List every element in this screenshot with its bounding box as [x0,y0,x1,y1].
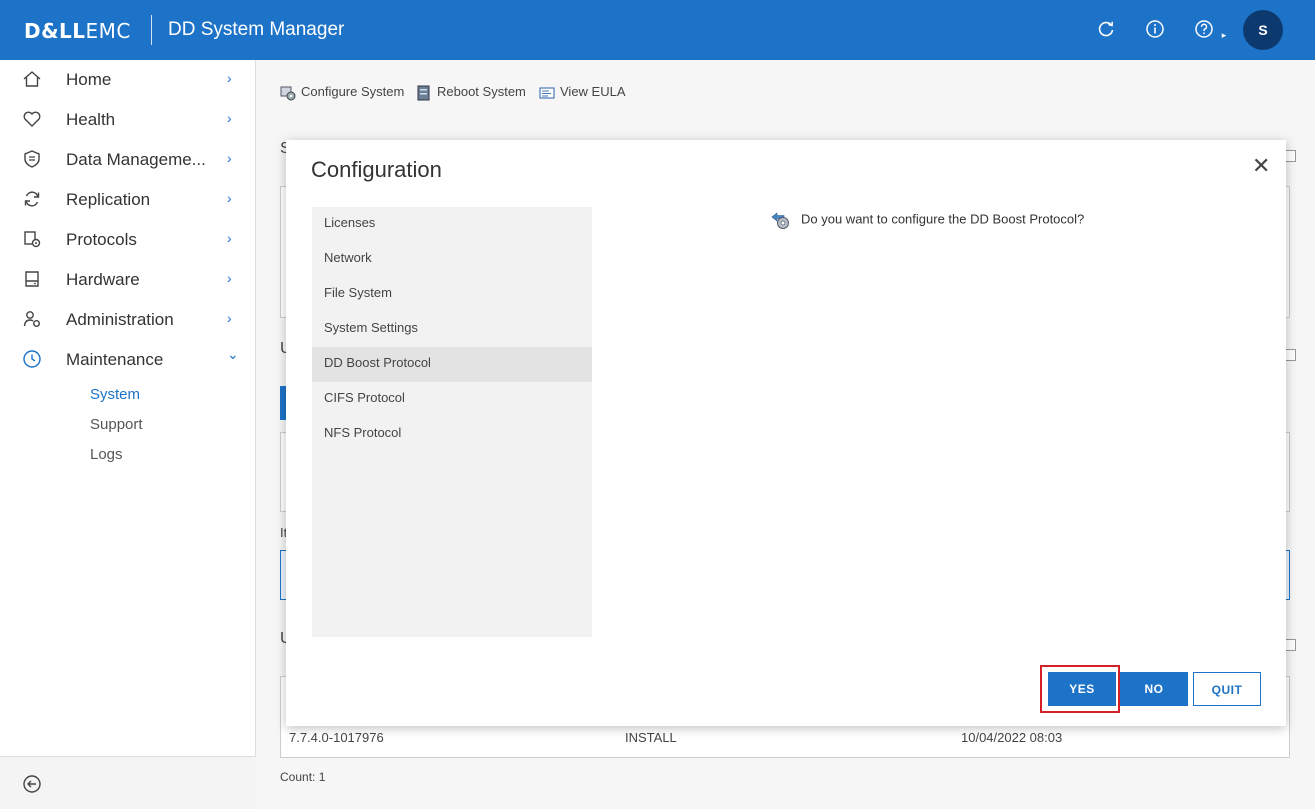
reboot-system-button[interactable]: Reboot System [416,84,526,101]
dialog-title: Configuration [311,157,442,182]
refresh-icon[interactable] [1095,19,1117,44]
sidebar-item-replication[interactable]: Replication › [0,180,256,220]
configure-system-label: Configure System [301,84,405,99]
reboot-server-icon [417,85,430,101]
help-icon[interactable] [1193,19,1215,44]
step-file-system[interactable]: File System [312,277,592,312]
sidebar-item-administration[interactable]: Administration › [0,300,256,340]
sidebar: Home › Health › Data Manageme... › Repli… [0,60,256,809]
chevron-right-icon: › [227,150,232,166]
sidebar-item-label: Health [66,110,116,129]
logo-emc: EMC [85,19,131,43]
close-icon[interactable]: ✕ [1252,154,1270,178]
wizard-steps: Licenses Network File System System Sett… [312,207,592,637]
sidebar-item-hardware[interactable]: Hardware › [0,260,256,300]
sidebar-subitem-system[interactable]: System [90,386,140,403]
sidebar-item-label: Protocols [66,230,137,249]
step-licenses[interactable]: Licenses [312,207,592,242]
sidebar-subitem-logs[interactable]: Logs [90,446,123,463]
sidebar-item-protocols[interactable]: Protocols › [0,220,256,260]
configure-gear-icon [280,86,296,101]
sidebar-subitem-support[interactable]: Support [90,416,143,433]
chevron-right-icon: › [227,310,232,326]
step-network[interactable]: Network [312,242,592,277]
sidebar-item-home[interactable]: Home › [0,60,256,100]
sidebar-item-label: Home [66,70,112,89]
sidebar-item-label: Maintenance [66,350,164,369]
drive-icon [25,271,39,287]
shield-icon [24,150,40,168]
collapse-sidebar-icon[interactable] [22,774,42,794]
chevron-right-icon: › [227,70,232,86]
history-action-cell: INSTALL [625,730,677,745]
document-icon [539,86,555,99]
view-eula-label: View EULA [560,84,626,99]
yes-button[interactable]: YES [1048,672,1116,706]
chevron-right-icon: › [227,230,232,246]
step-dd-boost-protocol[interactable]: DD Boost Protocol [312,347,592,382]
configure-system-button[interactable]: Configure System [280,84,404,101]
heart-icon [23,111,41,127]
sidebar-footer [0,756,256,809]
sync-icon [24,191,40,207]
question-text: Do you want to configure the DD Boost Pr… [801,211,1085,227]
step-nfs-protocol[interactable]: NFS Protocol [312,417,592,452]
dell-emc-logo: D&LLEMC [24,19,131,43]
sidebar-item-label: Replication [66,190,151,209]
info-icon[interactable] [1144,19,1166,44]
step-system-settings[interactable]: System Settings [312,312,592,347]
sidebar-item-health[interactable]: Health › [0,100,256,140]
sidebar-item-label: Hardware [66,270,140,289]
help-menu-caret-icon[interactable]: ▸ [1219,24,1229,46]
app-title: DD System Manager [168,19,345,40]
home-icon [23,71,41,87]
protocols-gear-icon [24,231,41,248]
configure-question: Do you want to configure the DD Boost Pr… [769,208,1084,232]
sidebar-item-data-management[interactable]: Data Manageme... › [0,140,256,180]
step-cifs-protocol[interactable]: CIFS Protocol [312,382,592,417]
view-eula-button[interactable]: View EULA [539,84,626,101]
user-gear-icon [23,311,40,327]
no-button[interactable]: NO [1120,672,1188,706]
chevron-right-icon: › [227,270,232,286]
configuration-dialog: Configuration ✕ Licenses Network File Sy… [286,140,1286,726]
quit-button[interactable]: QUIT [1193,672,1261,706]
user-avatar[interactable]: S [1243,10,1283,50]
row-count: Count: 1 [280,770,326,784]
clock-gear-icon [23,350,41,368]
app-header: D&LLEMC DD System Manager ▸ S [0,0,1315,60]
chevron-right-icon: › [227,190,232,206]
sidebar-item-maintenance[interactable]: Maintenance ⌄ [0,340,256,380]
reboot-system-label: Reboot System [437,84,526,99]
logo-dell: D&LL [24,19,86,43]
header-divider [151,15,152,45]
sidebar-item-label: Administration [66,310,174,329]
chevron-down-icon: ⌄ [227,346,239,362]
history-date-cell: 10/04/2022 08:03 [961,730,1063,745]
history-version-cell: 7.7.4.0-1017976 [289,730,384,745]
sidebar-item-label: Data Manageme... [66,150,206,169]
protocol-config-icon [771,212,789,229]
chevron-right-icon: › [227,110,232,126]
